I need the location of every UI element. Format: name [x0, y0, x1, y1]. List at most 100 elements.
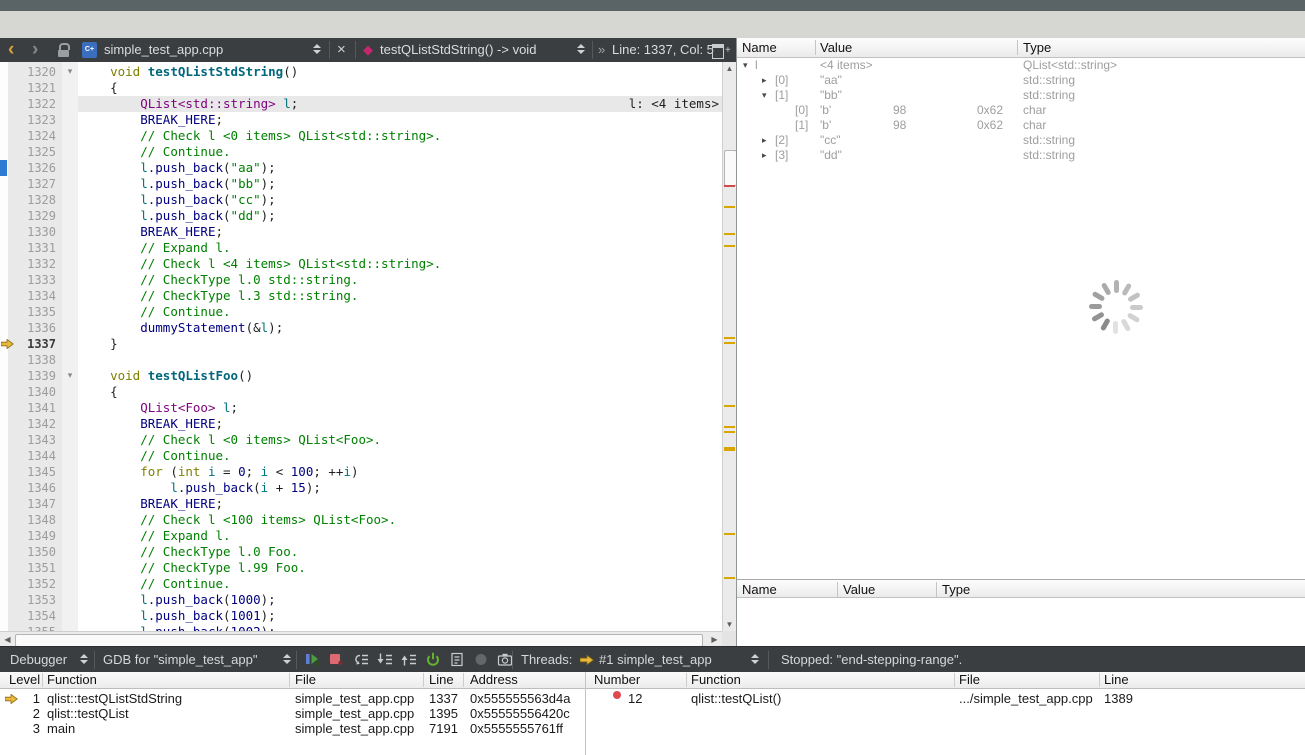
line-number[interactable]: 1343 [8, 432, 56, 448]
code-line-1332[interactable]: 1332 // Check l <4 items> QList<std::str… [0, 256, 722, 272]
code-line-1330[interactable]: 1330 BREAK_HERE; [0, 224, 722, 240]
column-header-type[interactable]: Type [942, 580, 970, 597]
column-header-name[interactable]: Name [742, 38, 777, 57]
stack-frame-row[interactable]: 2qlist::testQListsimple_test_app.cpp1395… [0, 706, 1305, 721]
code-text[interactable] [78, 352, 722, 368]
column-header-value[interactable]: Value [843, 580, 875, 597]
fold-marker-icon[interactable]: ▾ [62, 64, 78, 80]
back-button[interactable]: ‹ [8, 38, 14, 62]
code-line-1340[interactable]: 1340 { [0, 384, 722, 400]
locals-tree-row[interactable]: ▾[1]"bb"std::string [737, 88, 1305, 103]
interrupt-icon[interactable] [327, 650, 347, 669]
line-number[interactable]: 1324 [8, 128, 56, 144]
expand-icon[interactable]: ▸ [762, 73, 767, 88]
line-number[interactable]: 1351 [8, 560, 56, 576]
line-number[interactable]: 1320 [8, 64, 56, 80]
code-line-1339[interactable]: 1339▾ void testQListFoo() [0, 368, 722, 384]
code-line-1323[interactable]: 1323 BREAK_HERE; [0, 112, 722, 128]
code-text[interactable]: { [78, 80, 722, 96]
code-line-1331[interactable]: 1331 // Expand l. [0, 240, 722, 256]
code-line-1328[interactable]: 1328 l.push_back("cc"); [0, 192, 722, 208]
code-line-1344[interactable]: 1344 // Continue. [0, 448, 722, 464]
stack-column-address[interactable]: Address [470, 672, 518, 688]
code-text[interactable]: // CheckType l.3 std::string. [78, 288, 722, 304]
scroll-left-icon[interactable]: ◀ [1, 633, 14, 646]
code-text[interactable]: // Check l <100 items> QList<Foo>. [78, 512, 722, 528]
close-document-button[interactable]: × [337, 38, 346, 62]
code-line-1346[interactable]: 1346 l.push_back(i + 15); [0, 480, 722, 496]
lock-icon[interactable] [58, 43, 70, 57]
code-line-1355[interactable]: 1355 l.push_back(1002); [0, 624, 722, 631]
code-line-1345[interactable]: 1345 for (int i = 0; i < 100; ++i) [0, 464, 722, 480]
code-text[interactable]: l.push_back("bb"); [78, 176, 722, 192]
line-number[interactable]: 1337 [8, 336, 56, 352]
breakpoint-row[interactable]: 12qlist::testQList().../simple_test_app.… [0, 691, 1305, 706]
code-text[interactable]: dummyStatement(&l); [78, 320, 722, 336]
stack-column-level[interactable]: Level [9, 672, 40, 688]
code-line-1354[interactable]: 1354 l.push_back(1001); [0, 608, 722, 624]
line-number[interactable]: 1325 [8, 144, 56, 160]
line-number[interactable]: 1341 [8, 400, 56, 416]
code-editor[interactable]: 1320▾ void testQListStdString()1321 {132… [0, 62, 722, 631]
code-text[interactable]: // Continue. [78, 448, 722, 464]
line-number[interactable]: 1342 [8, 416, 56, 432]
line-number[interactable]: 1349 [8, 528, 56, 544]
step-out-icon[interactable] [399, 650, 419, 669]
line-number[interactable]: 1328 [8, 192, 56, 208]
code-text[interactable]: // CheckType l.0 std::string. [78, 272, 722, 288]
code-text[interactable]: // Check l <4 items> QList<std::string>. [78, 256, 722, 272]
symbol-dropdown[interactable]: testQListStdString() -> void [380, 38, 536, 62]
dropdown-spinner-icon[interactable] [283, 654, 292, 664]
code-text[interactable]: // Check l <0 items> QList<std::string>. [78, 128, 722, 144]
editor-horizontal-scrollbar[interactable]: ◀ ▶ [0, 631, 722, 646]
engine-dropdown[interactable]: GDB for "simple_test_app" [103, 647, 257, 672]
record-icon[interactable] [471, 650, 491, 669]
code-text[interactable]: void testQListFoo() [78, 368, 722, 384]
line-number[interactable]: 1331 [8, 240, 56, 256]
code-line-1349[interactable]: 1349 // Expand l. [0, 528, 722, 544]
bp-column-line[interactable]: Line [1104, 672, 1129, 688]
code-line-1341[interactable]: 1341 QList<Foo> l; [0, 400, 722, 416]
code-line-1343[interactable]: 1343 // Check l <0 items> QList<Foo>. [0, 432, 722, 448]
code-text[interactable]: l.push_back(i + 15); [78, 480, 722, 496]
step-into-icon[interactable] [375, 650, 395, 669]
code-text[interactable]: l.push_back(1001); [78, 608, 722, 624]
restart-icon[interactable] [423, 650, 443, 669]
dropdown-spinner-icon[interactable] [577, 44, 586, 54]
code-text[interactable]: QList<Foo> l; [78, 400, 722, 416]
line-number[interactable]: 1339 [8, 368, 56, 384]
collapse-icon[interactable]: ▾ [762, 88, 767, 103]
code-text[interactable]: BREAK_HERE; [78, 416, 722, 432]
line-number[interactable]: 1329 [8, 208, 56, 224]
column-header-type[interactable]: Type [1023, 38, 1051, 57]
locals-tree-row[interactable]: [1]'b'980x62char [737, 118, 1305, 133]
line-number[interactable]: 1322 [8, 96, 56, 112]
code-text[interactable]: l.push_back("dd"); [78, 208, 722, 224]
line-number[interactable]: 1345 [8, 464, 56, 480]
dropdown-spinner-icon[interactable] [80, 654, 89, 664]
code-text[interactable]: BREAK_HERE; [78, 224, 722, 240]
code-text[interactable]: l.push_back("cc"); [78, 192, 722, 208]
code-text[interactable]: BREAK_HERE; [78, 112, 722, 128]
code-text[interactable]: // CheckType l.99 Foo. [78, 560, 722, 576]
scroll-up-icon[interactable]: ▲ [723, 62, 736, 75]
code-text[interactable]: l.push_back(1000); [78, 592, 722, 608]
line-number[interactable]: 1344 [8, 448, 56, 464]
code-text[interactable]: void testQListStdString() [78, 64, 722, 80]
code-line-1324[interactable]: 1324 // Check l <0 items> QList<std::str… [0, 128, 722, 144]
scroll-right-icon[interactable]: ▶ [708, 633, 721, 646]
code-line-1320[interactable]: 1320 ▾ void testQListStdString() [0, 64, 722, 80]
locals-tree-row[interactable]: ▸[3]"dd"std::string [737, 148, 1305, 163]
collapse-icon[interactable]: ▾ [743, 58, 748, 73]
code-line-1325[interactable]: 1325 // Continue. [0, 144, 722, 160]
code-text[interactable]: // Continue. [78, 304, 722, 320]
code-text[interactable]: // Expand l. [78, 528, 722, 544]
editor-vertical-scrollbar[interactable]: ▲ ▼ [722, 62, 736, 631]
stack-column-line[interactable]: Line [429, 672, 454, 688]
code-line-1347[interactable]: 1347 BREAK_HERE; [0, 496, 722, 512]
locals-tree-row[interactable]: ▸[0]"aa"std::string [737, 73, 1305, 88]
locals-view[interactable]: Name Value Type ▾l<4 items>QList<std::st… [737, 38, 1305, 578]
line-number[interactable]: 1332 [8, 256, 56, 272]
scroll-down-icon[interactable]: ▼ [723, 618, 736, 631]
stack-column-function[interactable]: Function [47, 672, 97, 688]
